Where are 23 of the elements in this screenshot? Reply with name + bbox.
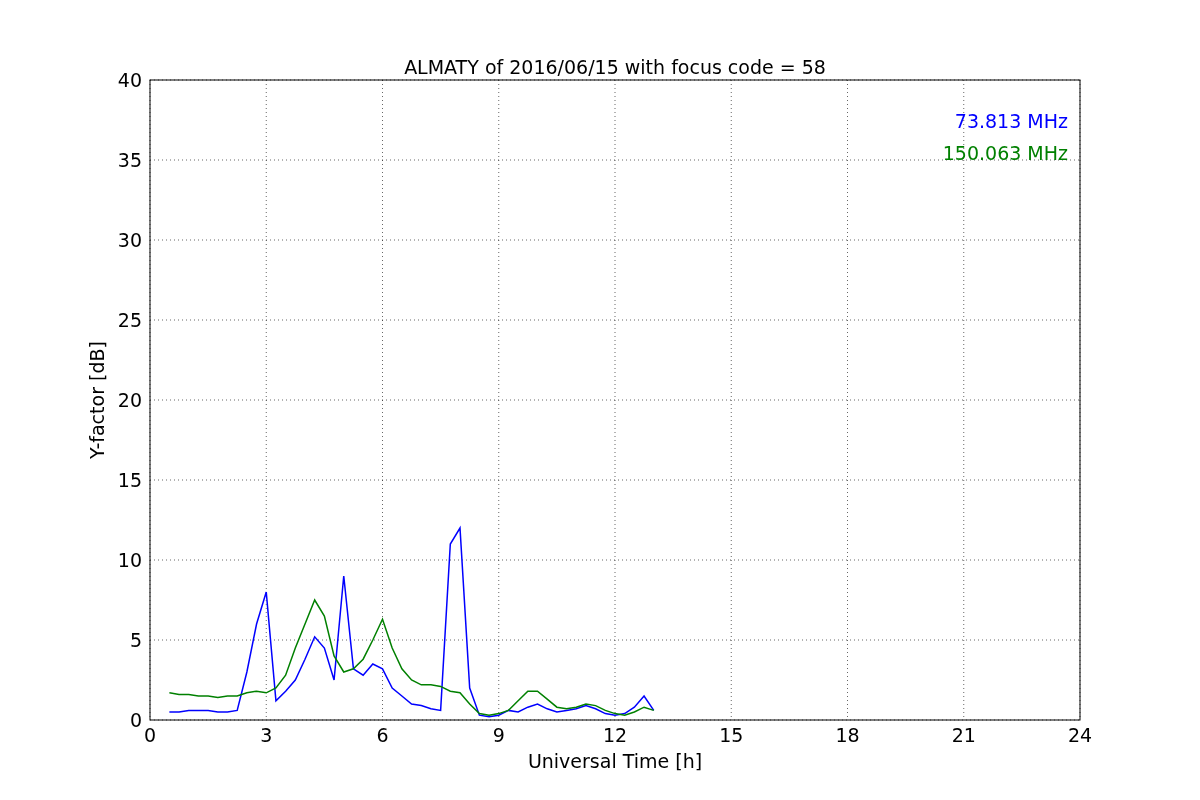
y-tick-label: 40	[117, 69, 142, 91]
x-tick-label: 18	[835, 724, 860, 746]
x-tick-label: 0	[143, 724, 157, 746]
legend-label: 150.063 MHz	[942, 142, 1068, 164]
x-tick-label: 9	[492, 724, 505, 746]
y-tick-label: 20	[117, 389, 142, 411]
y-tick-label: 25	[117, 309, 142, 331]
x-axis-label: Universal Time [h]	[527, 750, 703, 772]
y-tick-label: 35	[117, 149, 142, 171]
chart-title: ALMATY of 2016/06/15 with focus code = 58	[404, 56, 826, 78]
x-tick-label: 15	[719, 724, 744, 746]
y-tick-label: 10	[117, 549, 142, 571]
y-tick-label: 15	[117, 469, 142, 491]
x-tick-label: 3	[260, 724, 273, 746]
legend-label: 73.813 MHz	[954, 110, 1068, 132]
y-axis-label: Y-factor [dB]	[86, 341, 108, 459]
y-tick-label: 0	[129, 709, 142, 731]
x-tick-label: 6	[376, 724, 389, 746]
x-tick-label: 21	[951, 724, 976, 746]
x-tick-label: 12	[602, 724, 628, 746]
y-tick-label: 5	[129, 629, 142, 651]
x-tick-label: 24	[1067, 724, 1093, 746]
y-tick-label: 30	[117, 229, 142, 251]
